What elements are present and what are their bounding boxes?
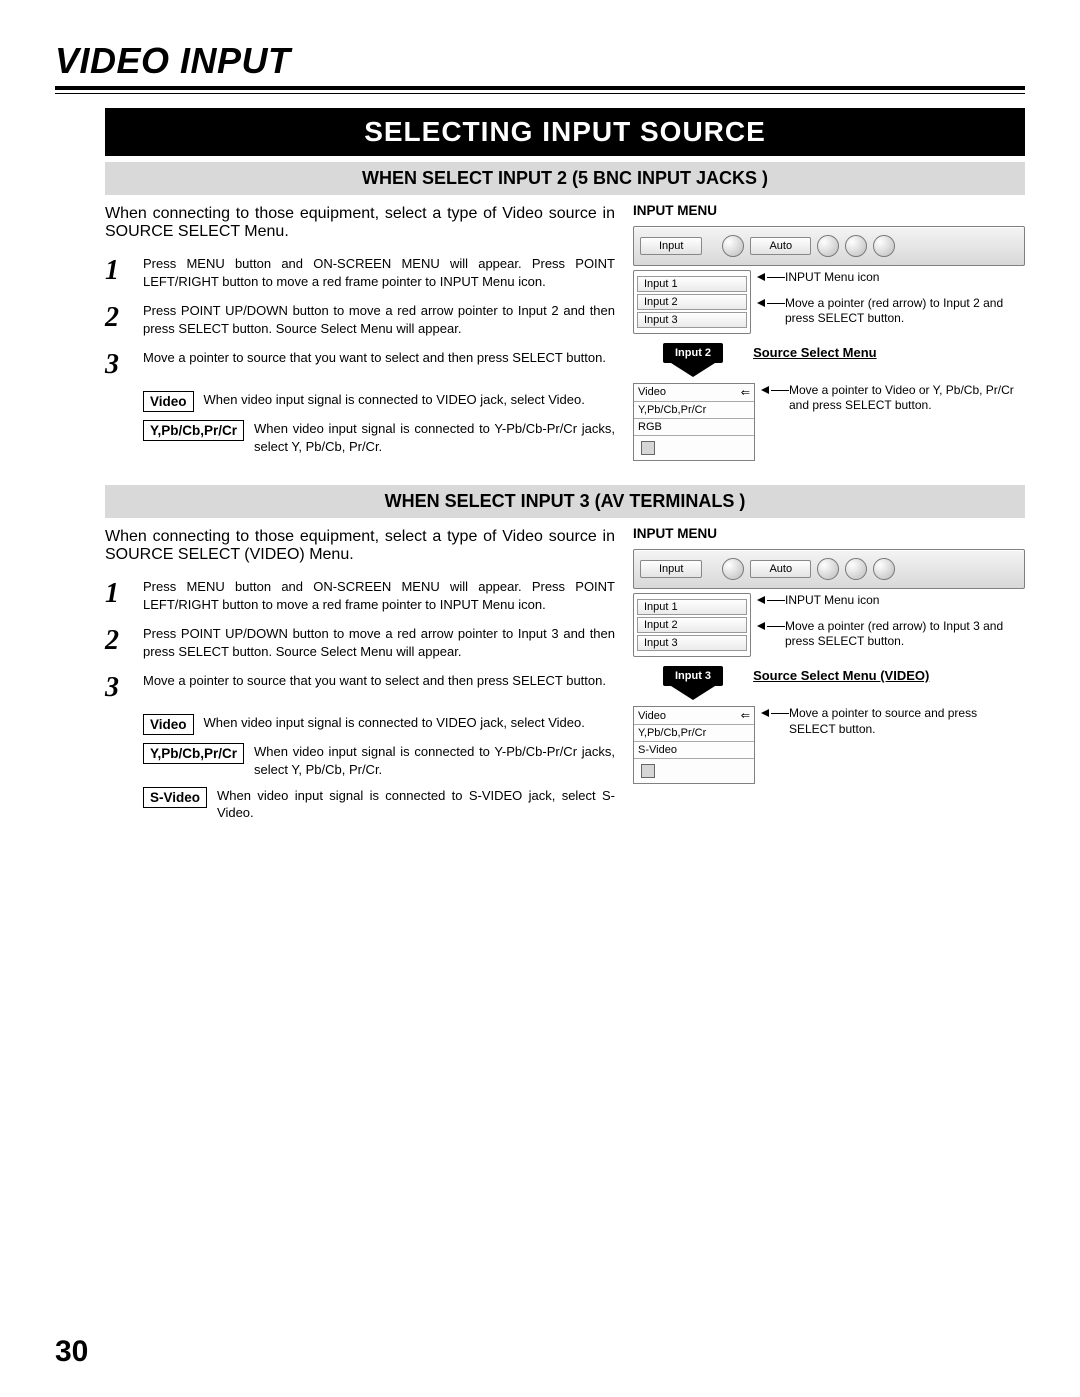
dropdown-item: Input 3 [637, 312, 747, 328]
intro-text: When connecting to those equipment, sele… [105, 205, 615, 241]
source-item: Y,Pb/Cb,Pr/Cr [638, 727, 706, 739]
close-icon [641, 764, 655, 778]
option-text: When video input signal is connected to … [217, 787, 615, 822]
arrow-label: Input 2 [663, 343, 723, 363]
arrow-left-icon [761, 386, 769, 394]
source-select-menu: Video ⇐ Y,Pb/Cb,Pr/Cr S-Video [633, 706, 755, 784]
option-label-video: Video [143, 391, 194, 412]
chapter-title: VIDEO INPUT [55, 40, 1025, 82]
menubar-icon [722, 235, 744, 257]
step-number: 2 [105, 625, 143, 655]
source-item: Y,Pb/Cb,Pr/Cr [638, 404, 706, 416]
input-dropdown: Input 1 Input 2 Input 3 [633, 593, 751, 657]
source-item: Video [638, 710, 666, 722]
menu-bar: Input Auto [633, 549, 1025, 589]
rule-thin [55, 93, 1025, 94]
option-label-ypbcb: Y,Pb/Cb,Pr/Cr [143, 420, 244, 441]
option-label-ypbcb: Y,Pb/Cb,Pr/Cr [143, 743, 244, 764]
menubar-icon [873, 558, 895, 580]
step-number: 3 [105, 349, 143, 379]
annotation-text: INPUT Menu icon [785, 270, 1025, 286]
menubar-input-button: Input [640, 560, 702, 578]
menubar-icon [817, 558, 839, 580]
option-text: When video input signal is connected to … [254, 420, 615, 455]
step-text: Press MENU button and ON-SCREEN MENU wil… [143, 578, 615, 613]
menubar-icon [845, 235, 867, 257]
menubar-input-button: Input [640, 237, 702, 255]
source-select-heading: Source Select Menu (VIDEO) [753, 668, 1025, 683]
option-label-svideo: S-Video [143, 787, 207, 808]
menubar-icon [845, 558, 867, 580]
arrow-down-icon: Input 2 [663, 343, 723, 377]
arrow-left-icon [761, 709, 769, 717]
menubar-auto-button: Auto [750, 237, 811, 255]
source-item: Video [638, 386, 666, 398]
pointer-icon: ⇐ [741, 709, 750, 722]
section-banner: SELECTING INPUT SOURCE [105, 108, 1025, 156]
source-item: RGB [638, 421, 662, 433]
annotation-text: Move a pointer to Video or Y, Pb/Cb, Pr/… [789, 383, 1025, 414]
arrow-left-icon [757, 273, 765, 281]
step-text: Press POINT UP/DOWN button to move a red… [143, 302, 615, 337]
subhead-input3: WHEN SELECT INPUT 3 (AV TERMINALS ) [105, 485, 1025, 518]
dropdown-item: Input 3 [637, 635, 747, 651]
option-text: When video input signal is connected to … [204, 391, 615, 409]
arrow-down-icon: Input 3 [663, 666, 723, 700]
source-item: S-Video [638, 744, 677, 756]
step-text: Press POINT UP/DOWN button to move a red… [143, 625, 615, 660]
option-label-video: Video [143, 714, 194, 735]
step-number: 3 [105, 672, 143, 702]
arrow-left-icon [757, 299, 765, 307]
annotation-text: Move a pointer (red arrow) to Input 3 an… [785, 619, 1025, 650]
source-select-heading: Source Select Menu [753, 345, 1025, 360]
menubar-icon [722, 558, 744, 580]
dropdown-item: Input 2 [637, 294, 747, 310]
subhead-input2: WHEN SELECT INPUT 2 (5 BNC INPUT JACKS ) [105, 162, 1025, 195]
option-text: When video input signal is connected to … [204, 714, 615, 732]
step-number: 1 [105, 255, 143, 285]
menubar-icon [817, 235, 839, 257]
annotation-text: INPUT Menu icon [785, 593, 1025, 609]
input-dropdown: Input 1 Input 2 Input 3 [633, 270, 751, 334]
input-menu-heading: INPUT MENU [633, 526, 1025, 541]
annotation-text: Move a pointer (red arrow) to Input 2 an… [785, 296, 1025, 327]
step-text: Move a pointer to source that you want t… [143, 349, 615, 367]
rule-thick [55, 86, 1025, 90]
input-menu-heading: INPUT MENU [633, 203, 1025, 218]
dropdown-item: Input 1 [637, 276, 747, 292]
intro-text: When connecting to those equipment, sele… [105, 528, 615, 564]
menubar-auto-button: Auto [750, 560, 811, 578]
step-text: Press MENU button and ON-SCREEN MENU wil… [143, 255, 615, 290]
arrow-label: Input 3 [663, 666, 723, 686]
arrow-left-icon [757, 622, 765, 630]
dropdown-item: Input 2 [637, 617, 747, 633]
step-text: Move a pointer to source that you want t… [143, 672, 615, 690]
step-number: 1 [105, 578, 143, 608]
annotation-text: Move a pointer to source and press SELEC… [789, 706, 1025, 737]
close-icon [641, 441, 655, 455]
dropdown-item: Input 1 [637, 599, 747, 615]
arrow-left-icon [757, 596, 765, 604]
source-select-menu: Video ⇐ Y,Pb/Cb,Pr/Cr RGB [633, 383, 755, 461]
option-text: When video input signal is connected to … [254, 743, 615, 778]
menubar-icon [873, 235, 895, 257]
page-number: 30 [55, 1335, 88, 1369]
menu-bar: Input Auto [633, 226, 1025, 266]
step-number: 2 [105, 302, 143, 332]
pointer-icon: ⇐ [741, 386, 750, 399]
